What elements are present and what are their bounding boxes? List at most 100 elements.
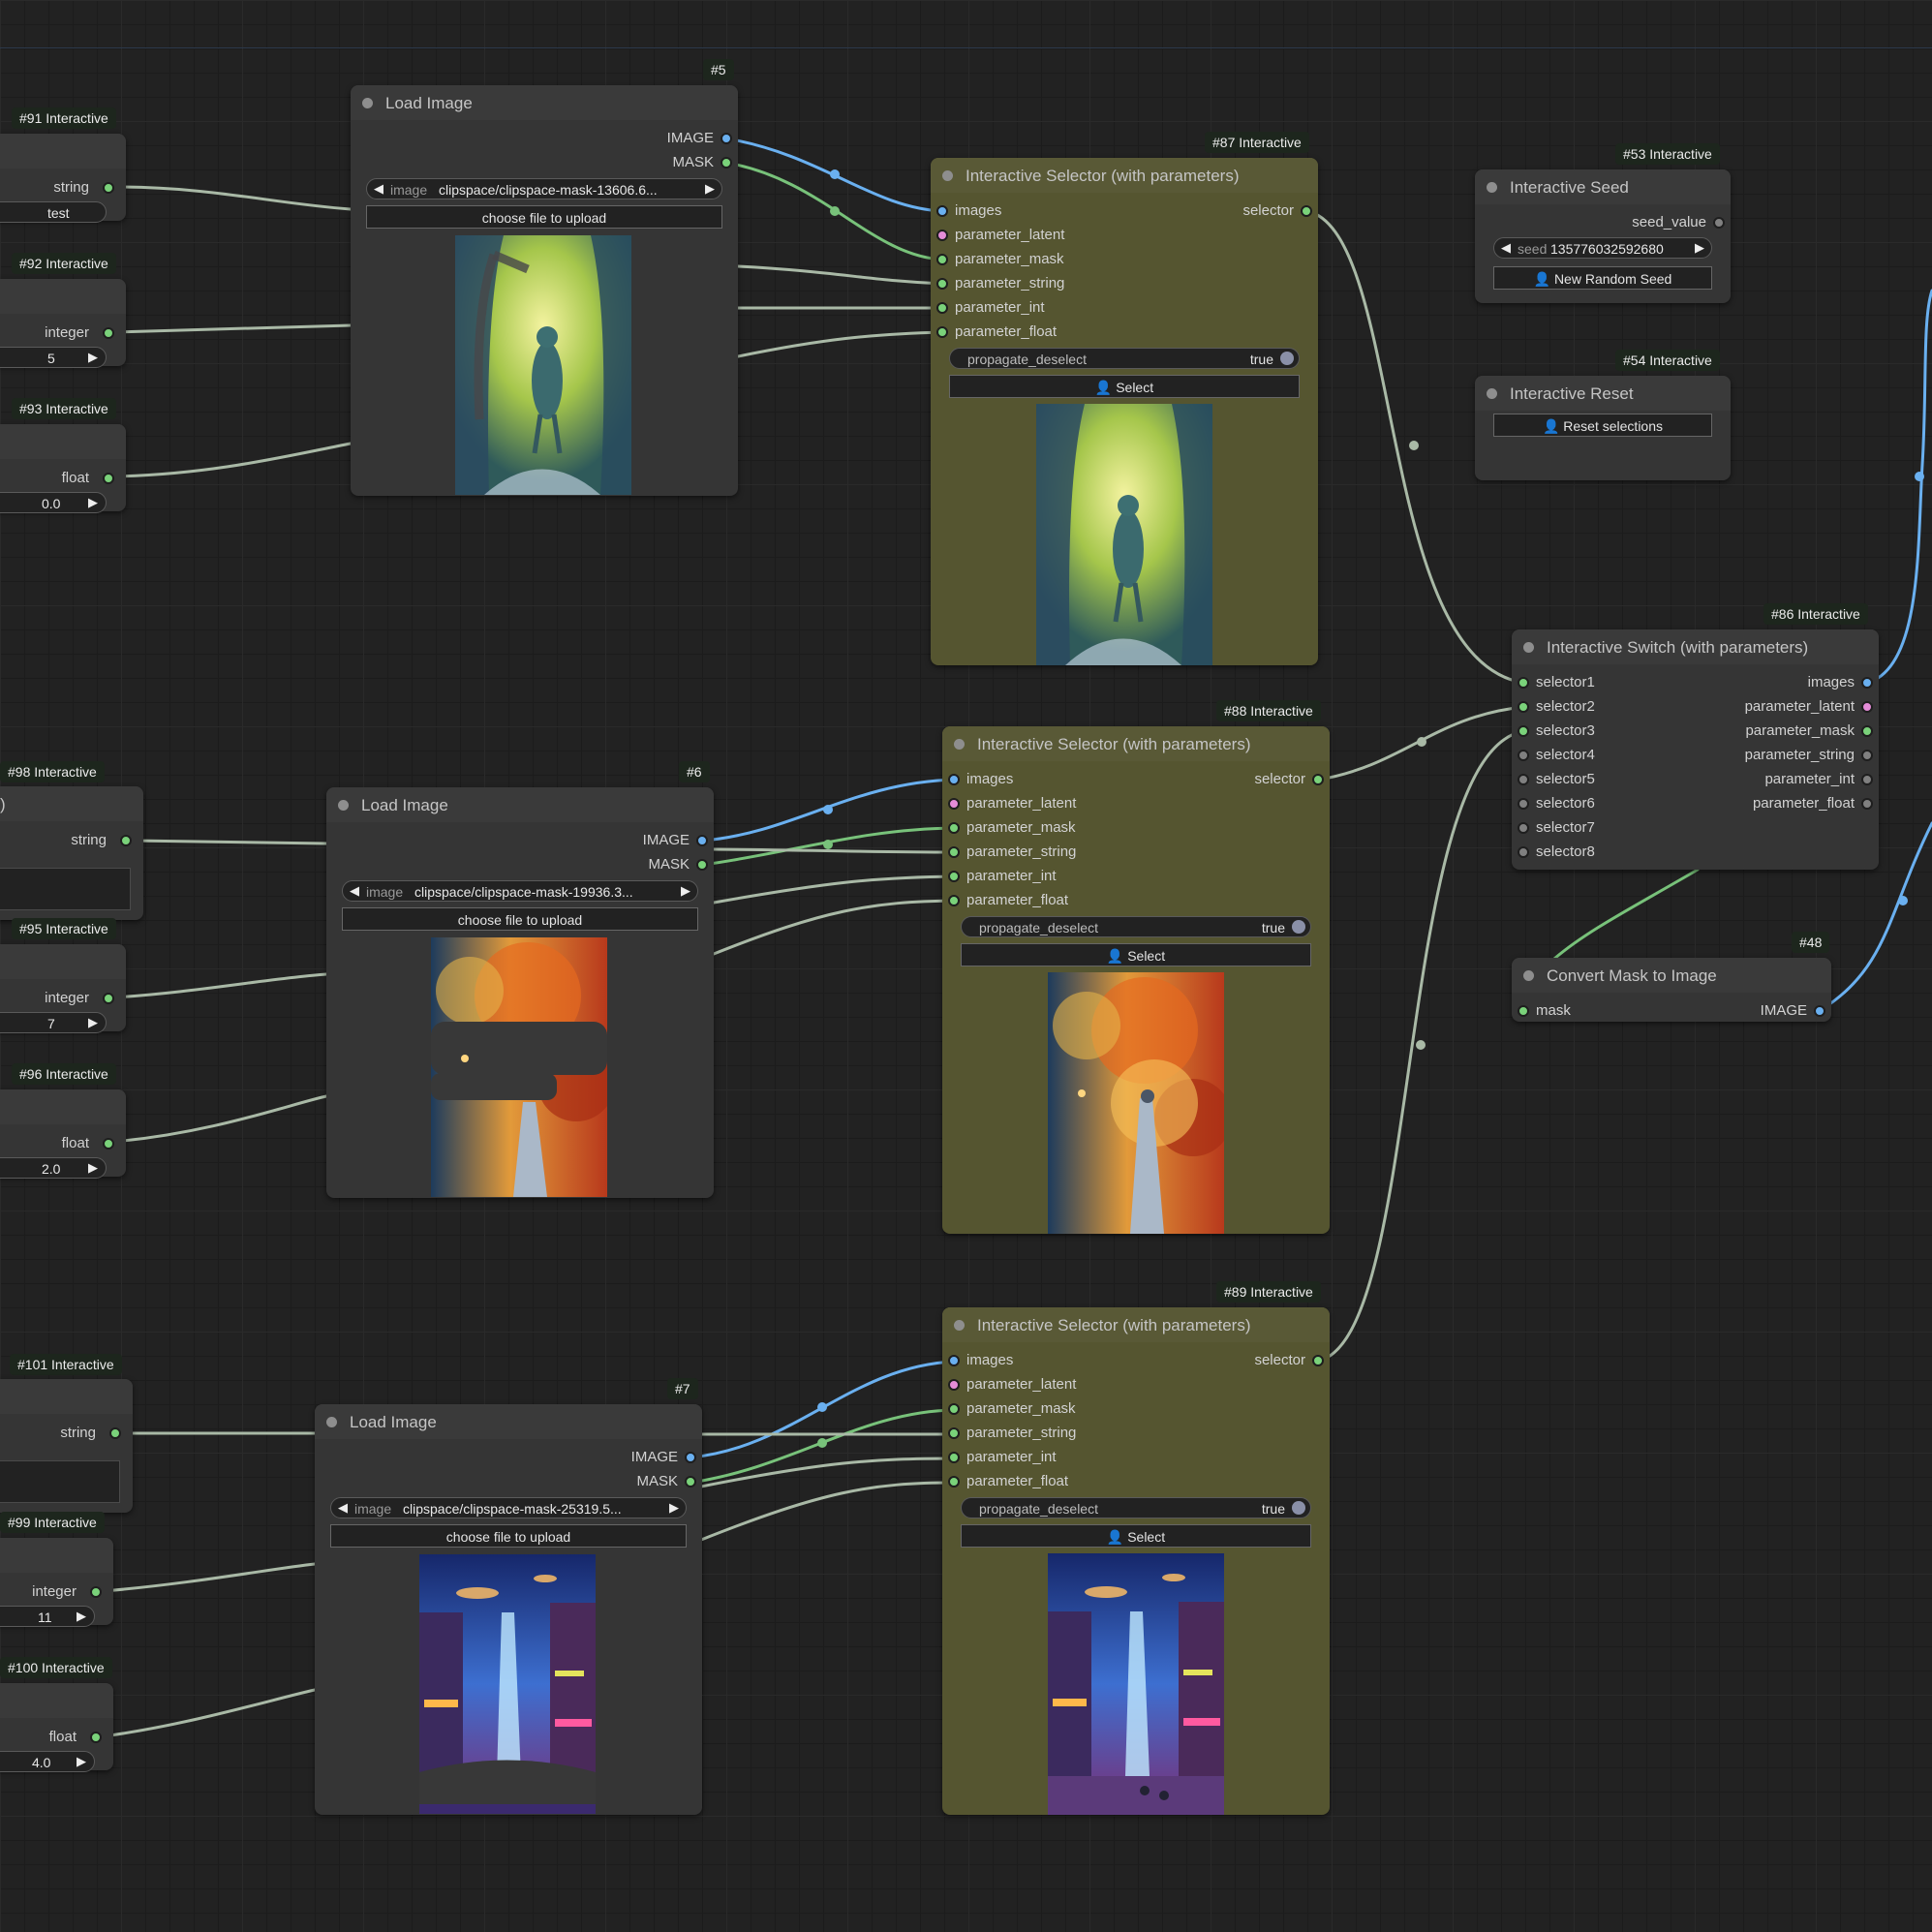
prev-arrow-icon[interactable]: ◀ (350, 883, 359, 899)
node-95-value-stepper[interactable]: 7 ▶ (0, 1012, 107, 1033)
node-87-images-input-pin[interactable] (936, 205, 948, 217)
node-89-float-input-pin[interactable] (948, 1476, 960, 1487)
node-98-text-area[interactable] (0, 868, 131, 910)
node-98-output-pin[interactable] (120, 835, 132, 846)
node-96-titlebar[interactable] (0, 1089, 126, 1124)
node-100-titlebar[interactable] (0, 1683, 113, 1718)
node-91-primitive[interactable]: string test (0, 134, 126, 223)
node-86-int-out-pin[interactable] (1861, 774, 1873, 785)
node-88-image-preview[interactable] (1048, 972, 1224, 1234)
node-98-titlebar[interactable]: ) (0, 786, 143, 821)
increment-arrow-icon[interactable]: ▶ (77, 1754, 86, 1769)
node-48-image-out-pin[interactable] (1814, 1005, 1825, 1017)
increment-arrow-icon[interactable]: ▶ (88, 1015, 98, 1030)
node-5-load-image[interactable]: Load Image IMAGE MASK ◀ image clipspace/… (351, 85, 738, 496)
node-5-upload-button[interactable]: choose file to upload (366, 205, 722, 229)
node-53-titlebar[interactable]: Interactive Seed (1475, 169, 1731, 204)
node-86-images-out-pin[interactable] (1861, 677, 1873, 689)
node-54-reset-selections-button[interactable]: 👤 Reset selections (1493, 414, 1712, 437)
node-88-interactive-selector[interactable]: Interactive Selector (with parameters) i… (942, 726, 1330, 1234)
node-100-output-pin[interactable] (90, 1732, 102, 1743)
node-53-new-random-seed-button[interactable]: 👤 New Random Seed (1493, 266, 1712, 290)
collapse-dot-icon[interactable] (338, 800, 349, 811)
node-89-selector-output-pin[interactable] (1312, 1355, 1324, 1366)
node-89-image-preview[interactable] (1048, 1553, 1224, 1815)
prev-arrow-icon[interactable]: ◀ (374, 181, 383, 197)
node-98-primitive[interactable]: ) string (0, 786, 143, 920)
node-88-int-input-pin[interactable] (948, 871, 960, 882)
node-87-propagate-toggle[interactable]: propagate_deselect true (949, 348, 1300, 369)
node-54-titlebar[interactable]: Interactive Reset (1475, 376, 1731, 411)
node-91-output-pin[interactable] (103, 182, 114, 194)
node-53-seed-value-pin[interactable] (1713, 217, 1725, 229)
node-7-image-combo[interactable]: ◀ image clipspace/clipspace-mask-25319.5… (330, 1497, 687, 1518)
node-7-upload-button[interactable]: choose file to upload (330, 1524, 687, 1548)
node-99-titlebar[interactable] (0, 1538, 113, 1573)
node-7-image-output-pin[interactable] (685, 1452, 696, 1463)
increment-arrow-icon[interactable]: ▶ (88, 350, 98, 365)
next-arrow-icon[interactable]: ▶ (705, 181, 715, 197)
node-86-string-out-pin[interactable] (1861, 750, 1873, 761)
node-99-output-pin[interactable] (90, 1586, 102, 1598)
node-5-image-combo[interactable]: ◀ image clipspace/clipspace-mask-13606.6… (366, 178, 722, 199)
node-6-upload-button[interactable]: choose file to upload (342, 907, 698, 931)
node-87-mask-input-pin[interactable] (936, 254, 948, 265)
node-89-titlebar[interactable]: Interactive Selector (with parameters) (942, 1307, 1330, 1342)
node-89-propagate-toggle[interactable]: propagate_deselect true (961, 1497, 1311, 1518)
collapse-dot-icon[interactable] (1523, 970, 1534, 981)
node-101-titlebar[interactable] (0, 1379, 133, 1414)
node-86-selector2-pin[interactable] (1518, 701, 1529, 713)
node-101-primitive[interactable]: string (0, 1379, 133, 1513)
node-92-primitive[interactable]: integer 5 ▶ (0, 279, 126, 368)
node-5-image-output-pin[interactable] (721, 133, 732, 144)
node-89-mask-input-pin[interactable] (948, 1403, 960, 1415)
node-86-selector6-pin[interactable] (1518, 798, 1529, 810)
node-54-interactive-reset[interactable]: Interactive Reset 👤 Reset selections (1475, 376, 1731, 480)
collapse-dot-icon[interactable] (1523, 642, 1534, 653)
node-53-interactive-seed[interactable]: Interactive Seed seed_value ◀ seed 13577… (1475, 169, 1731, 303)
node-5-mask-output-pin[interactable] (721, 157, 732, 169)
node-86-selector1-pin[interactable] (1518, 677, 1529, 689)
node-6-load-image[interactable]: Load Image IMAGE MASK ◀ image clipspace/… (326, 787, 714, 1198)
node-93-output-pin[interactable] (103, 473, 114, 484)
collapse-dot-icon[interactable] (942, 170, 953, 181)
node-6-image-output-pin[interactable] (696, 835, 708, 846)
node-96-output-pin[interactable] (103, 1138, 114, 1150)
node-86-mask-out-pin[interactable] (1861, 725, 1873, 737)
node-87-string-input-pin[interactable] (936, 278, 948, 290)
node-88-images-input-pin[interactable] (948, 774, 960, 785)
node-6-mask-output-pin[interactable] (696, 859, 708, 871)
node-86-selector3-pin[interactable] (1518, 725, 1529, 737)
node-87-latent-input-pin[interactable] (936, 230, 948, 241)
node-86-selector7-pin[interactable] (1518, 822, 1529, 834)
node-93-value-stepper[interactable]: 0.0 ▶ (0, 492, 107, 513)
node-86-latent-out-pin[interactable] (1861, 701, 1873, 713)
node-87-float-input-pin[interactable] (936, 326, 948, 338)
node-7-titlebar[interactable]: Load Image (315, 1404, 702, 1439)
node-87-titlebar[interactable]: Interactive Selector (with parameters) (931, 158, 1318, 193)
node-89-int-input-pin[interactable] (948, 1452, 960, 1463)
node-7-mask-output-pin[interactable] (685, 1476, 696, 1487)
collapse-dot-icon[interactable] (954, 1320, 965, 1331)
node-93-primitive[interactable]: float 0.0 ▶ (0, 424, 126, 513)
node-95-primitive[interactable]: integer 7 ▶ (0, 944, 126, 1033)
prev-arrow-icon[interactable]: ◀ (338, 1500, 348, 1516)
node-48-convert-mask[interactable]: Convert Mask to Image mask IMAGE (1512, 958, 1831, 1022)
node-96-value-stepper[interactable]: 2.0 ▶ (0, 1157, 107, 1179)
node-95-titlebar[interactable] (0, 944, 126, 979)
node-88-mask-input-pin[interactable] (948, 822, 960, 834)
node-88-propagate-toggle[interactable]: propagate_deselect true (961, 916, 1311, 937)
node-89-images-input-pin[interactable] (948, 1355, 960, 1366)
node-6-titlebar[interactable]: Load Image (326, 787, 714, 822)
collapse-dot-icon[interactable] (362, 98, 373, 108)
next-arrow-icon[interactable]: ▶ (1695, 240, 1704, 256)
node-86-titlebar[interactable]: Interactive Switch (with parameters) (1512, 629, 1879, 664)
node-99-value-stepper[interactable]: 11 ▶ (0, 1606, 95, 1627)
node-5-titlebar[interactable]: Load Image (351, 85, 738, 120)
node-6-image-combo[interactable]: ◀ image clipspace/clipspace-mask-19936.3… (342, 880, 698, 902)
collapse-dot-icon[interactable] (1487, 182, 1497, 193)
node-91-titlebar[interactable] (0, 134, 126, 169)
node-91-value-field[interactable]: test (0, 201, 107, 223)
node-88-latent-input-pin[interactable] (948, 798, 960, 810)
node-86-selector8-pin[interactable] (1518, 846, 1529, 858)
